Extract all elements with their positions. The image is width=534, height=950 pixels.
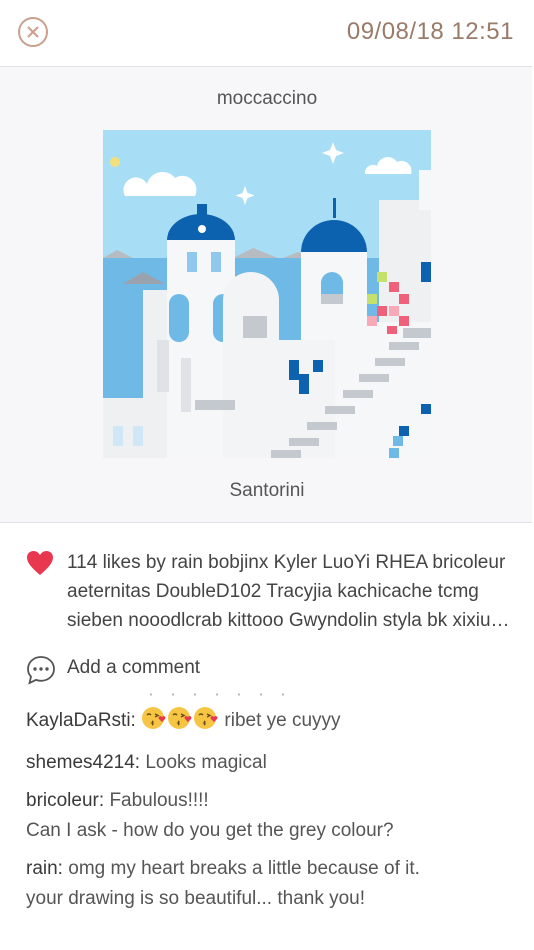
comment-item: KaylaDaRsti: ribet ye cuyyy [26,706,526,740]
artwork-title: Santorini [229,480,305,501]
add-comment-button[interactable]: Add a comment [26,654,326,686]
kissing-face-emoji [167,706,193,740]
artwork-image[interactable] [103,130,431,458]
close-icon [27,26,39,38]
comment-item: bricoleur: Fabulous!!!! Can I ask - how … [26,786,526,846]
comment-text: omg my heart breaks a little because of … [68,858,420,879]
comment-text: Looks magical [145,752,267,773]
comment-bubble-icon [27,656,55,685]
close-button[interactable] [18,17,48,47]
kissing-face-emoji [193,706,219,740]
add-comment-label: Add a comment [67,657,201,678]
likes-text[interactable]: 114 likes by rain bobjinx Kyler LuoYi RH… [67,548,522,635]
post-card: moccaccino Santorini [0,66,532,523]
author-name[interactable]: moccaccino [0,88,534,110]
comment-text: Fabulous!!!! [109,790,209,811]
post-timestamp: 09/08/18 12:51 [346,18,514,45]
comment-item: shemes4214: Looks magical [26,748,526,778]
comment-username[interactable]: shemes4214: [26,752,140,773]
comment-username[interactable]: KaylaDaRsti: [26,710,136,731]
heart-icon[interactable] [26,550,54,576]
top-bar: 09/08/18 12:51 [0,0,534,66]
comment-username[interactable]: bricoleur: [26,790,104,811]
more-comments-indicator[interactable] [140,693,300,696]
comment-username[interactable]: rain: [26,858,63,879]
comment-item: rain: omg my heart breaks a little becau… [26,854,526,914]
kissing-face-emoji [141,706,167,740]
comment-text: ribet ye cuyyy [224,710,341,731]
comment-text-continued: your drawing is so beautiful... thank yo… [26,888,366,909]
comments-list: KaylaDaRsti: ribet ye cuyyy shemes4214: … [26,706,526,922]
comment-text-continued: Can I ask - how do you get the grey colo… [26,820,394,841]
